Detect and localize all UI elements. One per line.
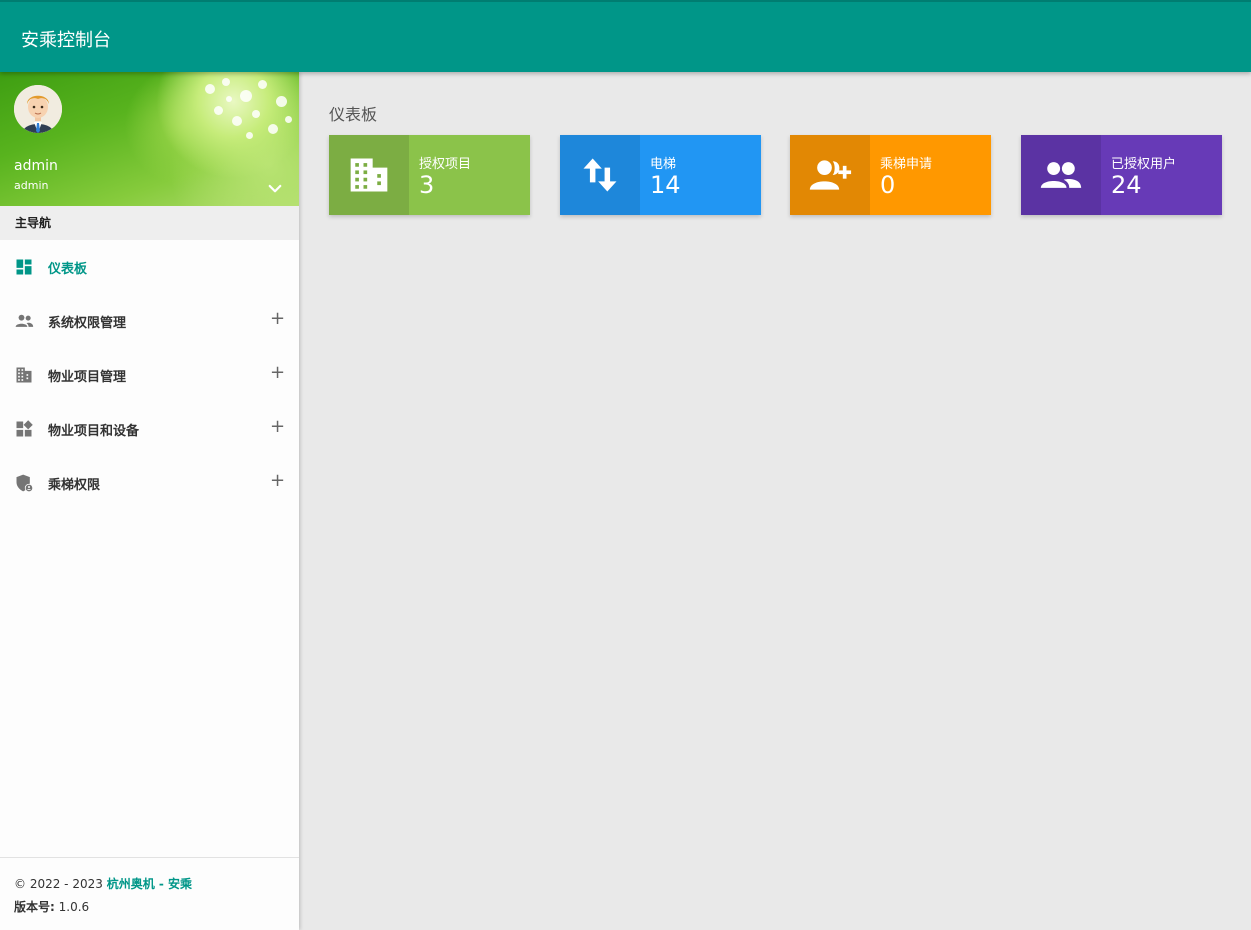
stat-card-elevators[interactable]: 电梯 14 — [560, 135, 761, 215]
sidebar: admin admin 主导航 仪表板 系统权限管理 + 物业项目管理 + 物业… — [0, 72, 299, 930]
copyright: © 2022 - 2023 杭州奥机 - 安乘 — [14, 875, 192, 892]
nav-item-dashboard[interactable]: 仪表板 — [0, 240, 299, 294]
card-icon-box — [1021, 135, 1101, 215]
person-add-icon — [809, 160, 852, 190]
card-icon-box — [790, 135, 870, 215]
card-value: 3 — [419, 171, 435, 199]
group-icon — [1040, 162, 1082, 188]
nav-item-system-permissions[interactable]: 系统权限管理 + — [0, 294, 299, 348]
nav-item-property-projects[interactable]: 物业项目管理 + — [0, 348, 299, 402]
card-label: 已授权用户 — [1111, 157, 1177, 172]
card-icon-box — [329, 135, 409, 215]
stat-card-authorized-projects[interactable]: 授权项目 3 — [329, 135, 530, 215]
card-icon-box — [560, 135, 640, 215]
nav-item-label: 乘梯权限 — [48, 478, 101, 493]
expand-plus-icon[interactable]: + — [270, 471, 285, 491]
stat-card-elevator-requests[interactable]: 乘梯申请 0 — [790, 135, 991, 215]
dashboard-icon — [16, 259, 32, 275]
sidebar-footer: © 2022 - 2023 杭州奥机 - 安乘 版本号: 1.0.6 — [0, 857, 299, 930]
avatar[interactable] — [14, 85, 62, 133]
card-value: 14 — [650, 171, 681, 199]
version-info: 版本号: 1.0.6 — [14, 898, 89, 915]
version-label: 版本号: — [14, 900, 55, 914]
building-icon — [16, 367, 32, 383]
people-icon — [15, 314, 34, 327]
user-info-panel: admin admin — [0, 72, 299, 206]
expand-plus-icon[interactable]: + — [270, 417, 285, 437]
user-role: admin — [14, 179, 49, 192]
copyright-years: © 2022 - 2023 — [14, 877, 103, 891]
brand-link[interactable]: 杭州奥机 - 安乘 — [107, 877, 192, 891]
expand-plus-icon[interactable]: + — [270, 363, 285, 383]
nav-item-label: 仪表板 — [48, 262, 88, 277]
shield-user-icon — [16, 474, 34, 493]
nav-item-label: 物业项目和设备 — [48, 424, 140, 439]
user-name: admin — [14, 158, 58, 174]
version-number: 1.0.6 — [58, 900, 90, 914]
card-label: 电梯 — [650, 157, 677, 172]
app-title: 安乘控制台 — [21, 30, 111, 51]
nav-item-elevator-permissions[interactable]: 乘梯权限 + — [0, 456, 299, 510]
chevron-down-icon[interactable] — [266, 180, 284, 198]
card-label: 乘梯申请 — [880, 157, 933, 172]
nav-item-label: 系统权限管理 — [48, 316, 127, 331]
top-bar: 安乘控制台 — [0, 0, 1251, 72]
stat-card-authorized-users[interactable]: 已授权用户 24 — [1021, 135, 1222, 215]
card-value: 24 — [1111, 171, 1142, 199]
building-icon — [350, 158, 388, 192]
nav-item-projects-and-devices[interactable]: 物业项目和设备 + — [0, 402, 299, 456]
widgets-icon — [16, 420, 33, 437]
expand-plus-icon[interactable]: + — [270, 309, 285, 329]
card-value: 0 — [880, 171, 896, 199]
page-title: 仪表板 — [329, 105, 378, 124]
nav-header: 主导航 — [0, 206, 299, 240]
card-label: 授权项目 — [419, 157, 472, 172]
nav-item-label: 物业项目管理 — [48, 370, 127, 385]
up-down-arrows-icon — [583, 158, 617, 192]
